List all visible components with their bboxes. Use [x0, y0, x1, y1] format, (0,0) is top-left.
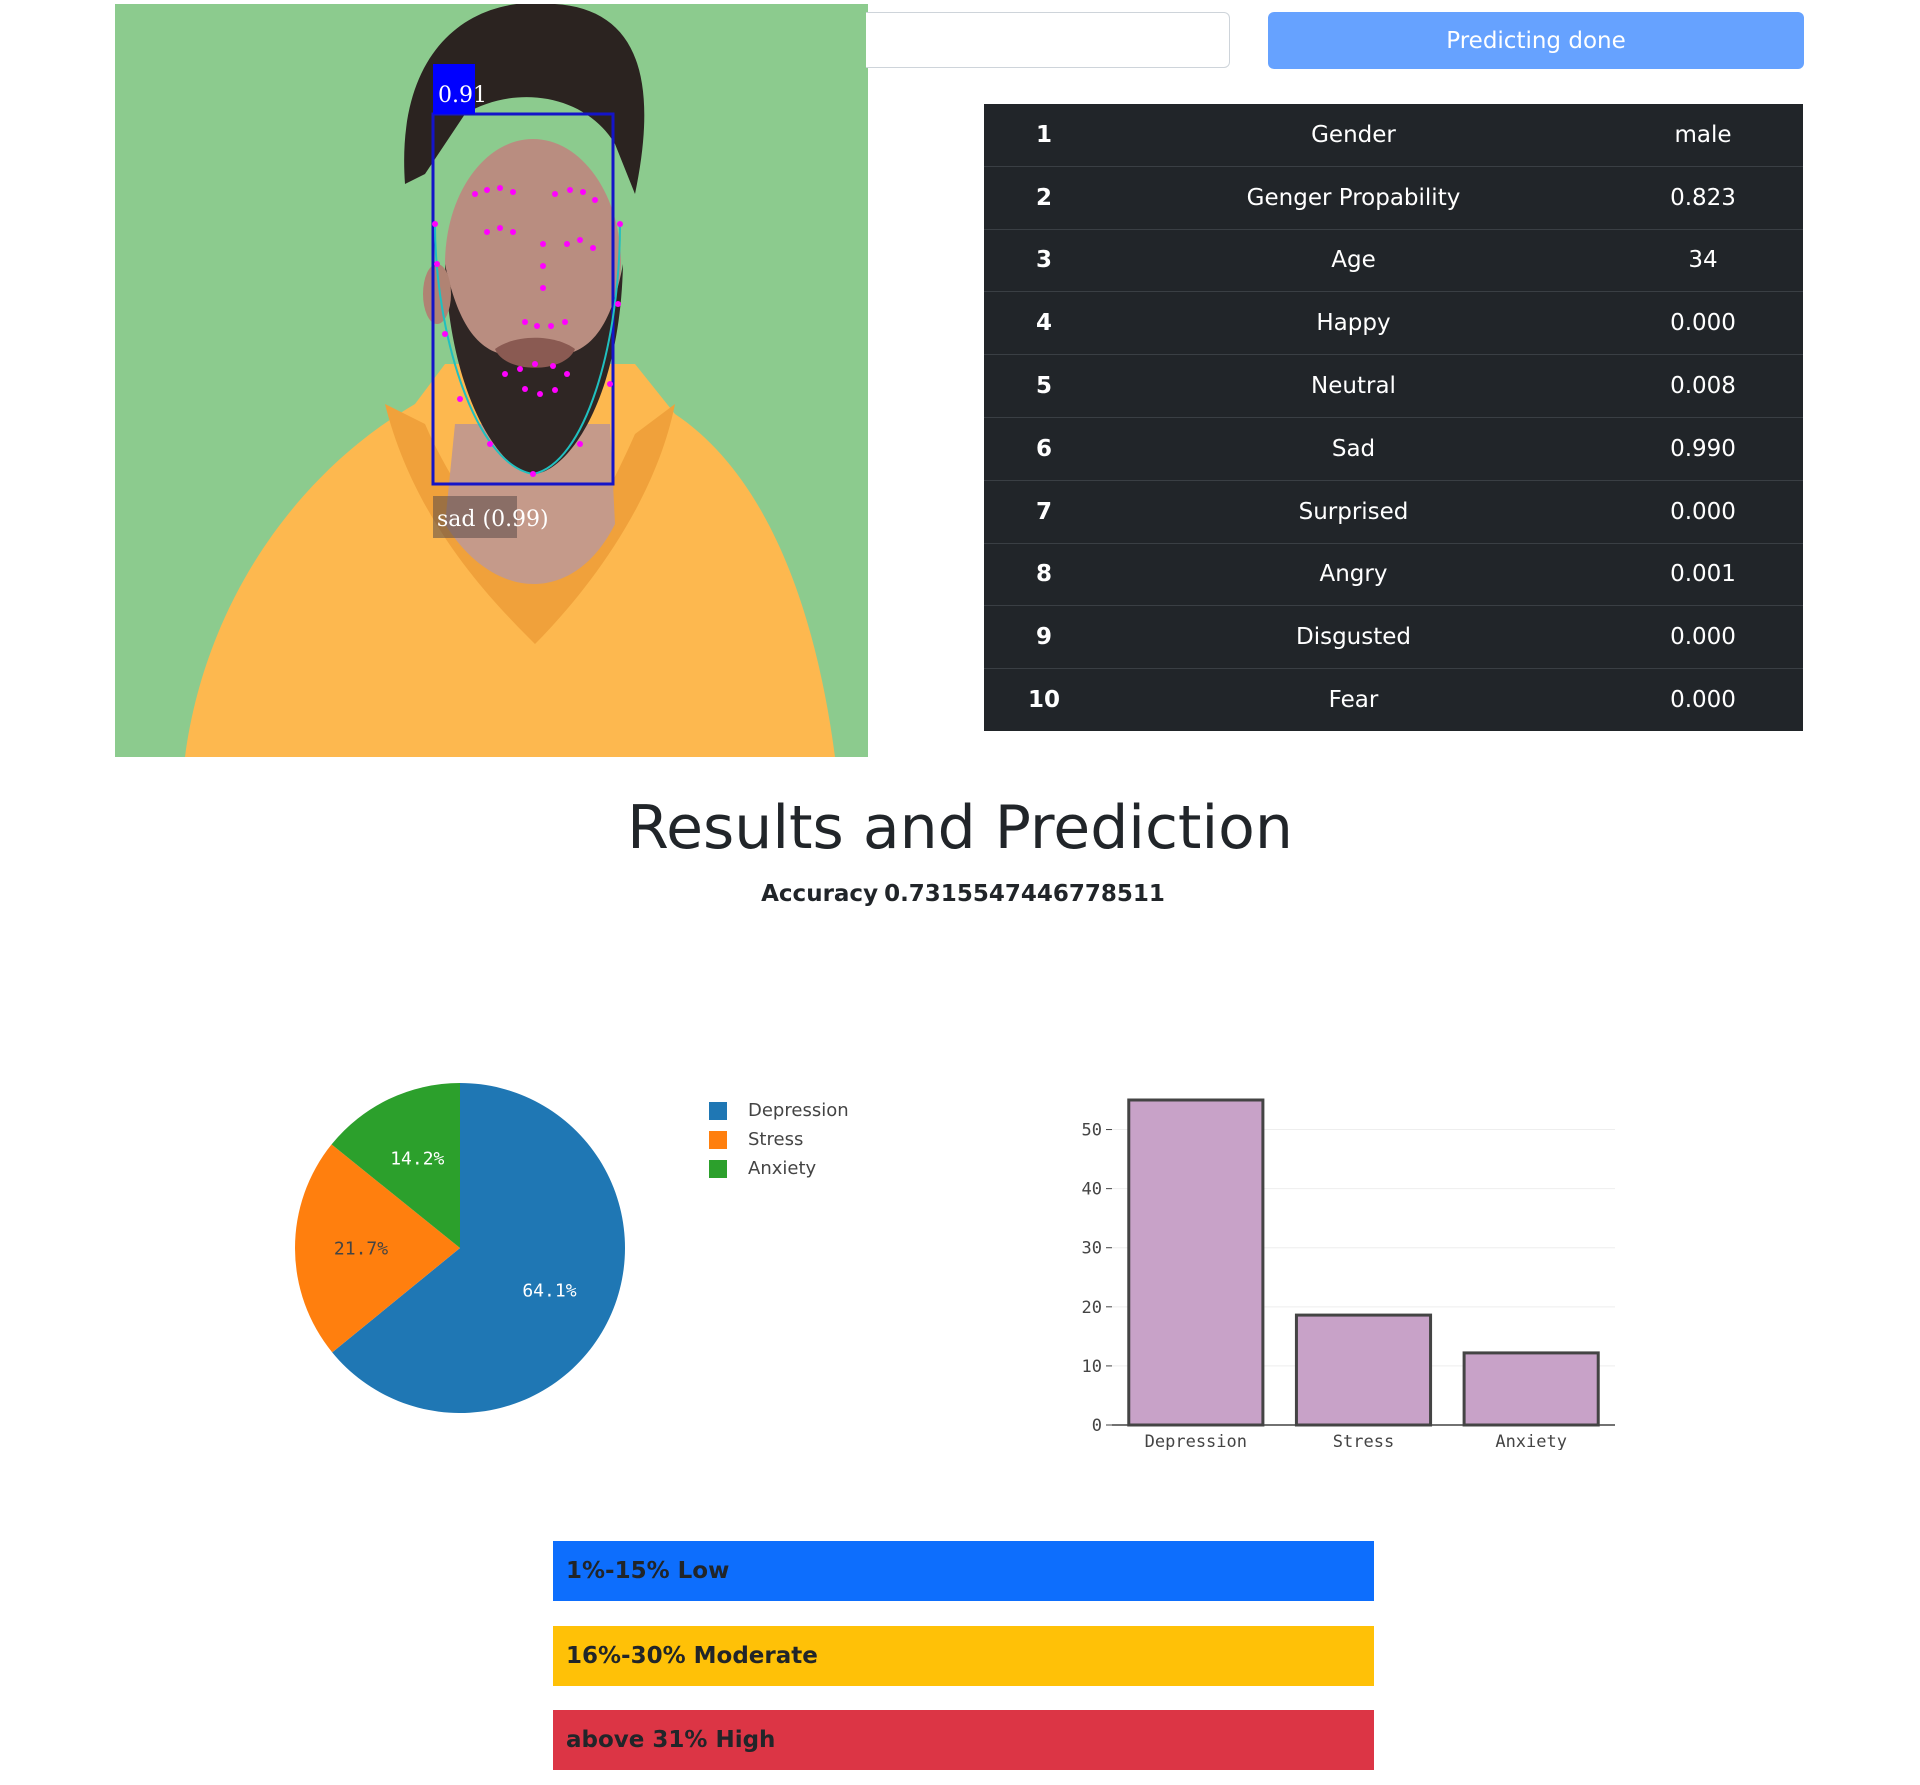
file-input[interactable]: [866, 12, 1230, 68]
row-name: Surprised: [1298, 498, 1409, 525]
legend-swatch: [709, 1159, 727, 1178]
face-photo-drawing: 0.91 sad (0.99): [115, 4, 868, 757]
bar-chart: 0 10 20 30 40 50 Depression Stress Anxiety: [1082, 1098, 1615, 1450]
row-name: Gender: [1311, 121, 1396, 148]
row-value: 0.008: [1670, 373, 1736, 400]
row-name: Angry: [1319, 561, 1388, 588]
bar-anxiety: [1462, 1351, 1600, 1427]
bar-stress: [1294, 1313, 1433, 1427]
row-value: 0.000: [1670, 310, 1736, 337]
row-value: 34: [1688, 247, 1718, 274]
pie-slice-label: 21.7%: [334, 1238, 388, 1259]
row-value: 0.990: [1670, 435, 1736, 462]
row-index: 8: [1035, 561, 1052, 588]
accuracy-value: 0.7315547446778511: [884, 881, 1165, 907]
row-index: 2: [1035, 184, 1052, 211]
table-row: 10 Fear 0.000: [984, 669, 1803, 731]
row-index: 4: [1035, 310, 1052, 337]
row-name: Age: [1331, 247, 1376, 274]
predict-button[interactable]: Predicting done: [1268, 12, 1804, 69]
page-title: Results and Prediction: [627, 793, 1293, 863]
table-row: 8 Angry 0.001: [984, 544, 1803, 607]
row-value: 0.000: [1670, 498, 1736, 525]
pie-slice-label: 14.2%: [390, 1149, 444, 1170]
table-row: 3 Age 34: [984, 230, 1803, 293]
accuracy-text: Accuracy 0.7315547446778511: [0, 881, 1920, 907]
pie-chart: 64.1% 21.7% 14.2%: [295, 1083, 625, 1413]
row-value: 0.000: [1670, 687, 1736, 714]
row-index: 1: [1035, 121, 1052, 148]
row-value: 0.000: [1670, 624, 1736, 651]
row-index: 9: [1035, 624, 1052, 651]
table-row: 1 Gender male: [984, 104, 1803, 167]
row-index: 3: [1035, 247, 1052, 274]
y-tick-label: 0: [1092, 1416, 1102, 1436]
level-moderate-bar: 16%-30% Moderate: [553, 1625, 1374, 1686]
row-index: 7: [1035, 498, 1052, 525]
y-tick-label: 30: [1082, 1239, 1102, 1259]
row-name: Fear: [1328, 687, 1379, 714]
row-name: Neutral: [1311, 373, 1396, 400]
x-tick-label: Anxiety: [1495, 1432, 1567, 1450]
face-score-label: 0.91: [438, 83, 487, 108]
results-table: 1 Gender male 2 Genger Propability 0.823 3 Age 3…: [984, 104, 1803, 731]
legend-item[interactable]: Anxiety: [709, 1154, 849, 1183]
row-name: Sad: [1331, 435, 1376, 462]
pie-legend: Depression Stress Anxiety: [709, 1096, 849, 1183]
pie-slice-label: 64.1%: [522, 1280, 576, 1301]
x-tick-label: Stress: [1333, 1432, 1394, 1450]
row-name: Disgusted: [1295, 624, 1411, 651]
level-high-bar: above 31% High: [553, 1710, 1374, 1770]
legend-swatch: [709, 1130, 727, 1149]
table-row: 9 Disgusted 0.000: [984, 606, 1803, 670]
row-value: 0.823: [1670, 184, 1736, 211]
table-row: 4 Happy 0.000: [984, 292, 1803, 356]
y-tick-label: 20: [1082, 1298, 1102, 1318]
y-tick-label: 10: [1082, 1357, 1102, 1377]
legend-label: Anxiety: [748, 1158, 817, 1179]
legend-swatch: [709, 1101, 727, 1120]
row-value: male: [1674, 121, 1732, 148]
row-index: 5: [1035, 373, 1052, 400]
row-name: Genger Propability: [1246, 184, 1461, 211]
emotion-label: sad (0.99): [437, 507, 549, 532]
table-row: 7 Surprised 0.000: [984, 481, 1803, 544]
table-row: 6 Sad 0.990: [984, 418, 1803, 481]
accuracy-label: Accuracy: [761, 881, 879, 907]
bar-depression: [1127, 1098, 1265, 1427]
table-row: 5 Neutral 0.008: [984, 355, 1803, 418]
legend-item[interactable]: Depression: [709, 1096, 849, 1125]
legend-item[interactable]: Stress: [709, 1125, 849, 1154]
row-name: Happy: [1316, 310, 1391, 337]
face-detection-image: 0.91 sad (0.99): [115, 4, 868, 757]
row-value: 0.001: [1670, 561, 1736, 588]
y-tick-label: 40: [1082, 1180, 1102, 1200]
row-index: 6: [1035, 435, 1052, 462]
level-low-bar: 1%-15% Low: [553, 1541, 1374, 1601]
y-tick-label: 50: [1082, 1121, 1102, 1141]
row-index: 10: [1027, 687, 1060, 714]
x-tick-label: Depression: [1145, 1432, 1247, 1450]
legend-label: Depression: [748, 1100, 849, 1121]
legend-label: Stress: [748, 1129, 804, 1150]
table-row: 2 Genger Propability 0.823: [984, 167, 1803, 230]
